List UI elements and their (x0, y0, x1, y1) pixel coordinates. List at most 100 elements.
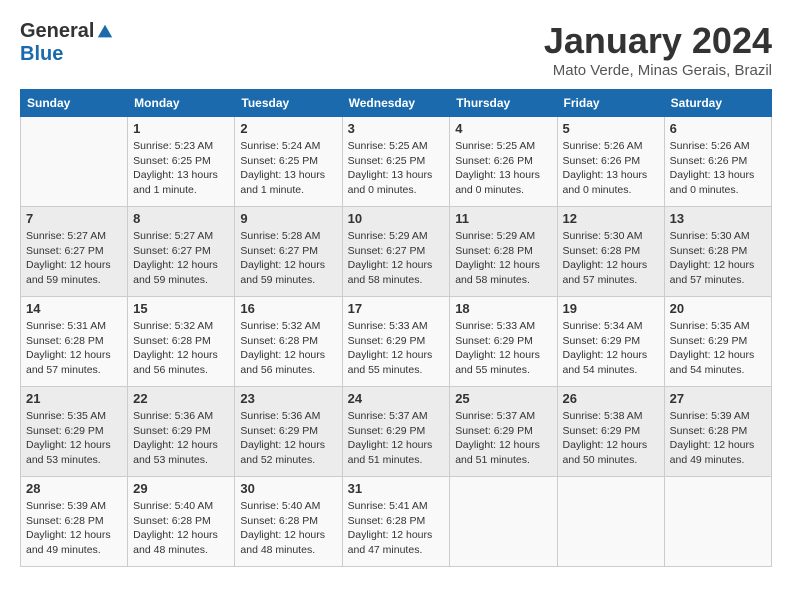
calendar-cell: 17Sunrise: 5:33 AMSunset: 6:29 PMDayligh… (342, 297, 450, 387)
day-number: 15 (133, 301, 229, 316)
calendar-cell: 10Sunrise: 5:29 AMSunset: 6:27 PMDayligh… (342, 207, 450, 297)
day-info: Sunrise: 5:33 AMSunset: 6:29 PMDaylight:… (455, 319, 551, 378)
calendar-week-row: 14Sunrise: 5:31 AMSunset: 6:28 PMDayligh… (21, 297, 772, 387)
day-number: 29 (133, 481, 229, 496)
month-title: January 2024 (544, 20, 772, 62)
day-number: 24 (348, 391, 445, 406)
day-number: 22 (133, 391, 229, 406)
day-info: Sunrise: 5:41 AMSunset: 6:28 PMDaylight:… (348, 499, 445, 558)
day-number: 7 (26, 211, 122, 226)
day-info: Sunrise: 5:31 AMSunset: 6:28 PMDaylight:… (26, 319, 122, 378)
calendar-cell: 24 Sunrise: 5:37 AMSunset: 6:29 PMDayligh… (342, 387, 450, 477)
calendar-cell: 31 Sunrise: 5:41 AMSunset: 6:28 PMDayligh… (342, 477, 450, 567)
day-info: Sunrise: 5:40 AMSunset: 6:28 PMDaylight:… (240, 499, 336, 558)
page-header: General Blue January 2024 Mato Verde, Mi… (20, 20, 772, 79)
day-number: 27 (670, 391, 766, 406)
day-info: Sunrise: 5:35 AMSunset: 6:29 PMDaylight:… (26, 409, 122, 468)
calendar-cell: 14Sunrise: 5:31 AMSunset: 6:28 PMDayligh… (21, 297, 128, 387)
day-number: 10 (348, 211, 445, 226)
calendar-cell: 2Sunrise: 5:24 AMSunset: 6:25 PMDaylight… (235, 117, 342, 207)
day-info: Sunrise: 5:26 AMSunset: 6:26 PMDaylight:… (563, 139, 659, 198)
logo-blue-text: Blue (20, 43, 63, 66)
day-number: 25 (455, 391, 551, 406)
header-day: Sunday (21, 90, 128, 117)
calendar-cell: 25 Sunrise: 5:37 AMSunset: 6:29 PMDayligh… (450, 387, 557, 477)
day-number: 1 (133, 121, 229, 136)
day-info: Sunrise: 5:30 AMSunset: 6:28 PMDaylight:… (670, 229, 766, 288)
calendar-cell: 1 Sunrise: 5:23 AMSunset: 6:25 PMDaylight… (128, 117, 235, 207)
calendar-week-row: 28Sunrise: 5:39 AMSunset: 6:28 PMDayligh… (21, 477, 772, 567)
day-info: Sunrise: 5:36 AMSunset: 6:29 PMDaylight:… (240, 409, 336, 468)
title-section: January 2024 Mato Verde, Minas Gerais, B… (544, 20, 772, 79)
calendar-cell: 20 Sunrise: 5:35 AMSunset: 6:29 PMDayligh… (664, 297, 771, 387)
day-number: 8 (133, 211, 229, 226)
calendar-cell: 4 Sunrise: 5:25 AMSunset: 6:26 PMDaylight… (450, 117, 557, 207)
calendar-cell: 11 Sunrise: 5:29 AMSunset: 6:28 PMDayligh… (450, 207, 557, 297)
day-number: 11 (455, 211, 551, 226)
calendar-cell: 9Sunrise: 5:28 AMSunset: 6:27 PMDaylight… (235, 207, 342, 297)
day-number: 23 (240, 391, 336, 406)
header-day: Tuesday (235, 90, 342, 117)
calendar-cell: 3 Sunrise: 5:25 AMSunset: 6:25 PMDaylight… (342, 117, 450, 207)
day-info: Sunrise: 5:29 AMSunset: 6:28 PMDaylight:… (455, 229, 551, 288)
day-number: 28 (26, 481, 122, 496)
day-number: 31 (348, 481, 445, 496)
calendar-cell: 6Sunrise: 5:26 AMSunset: 6:26 PMDaylight… (664, 117, 771, 207)
day-info: Sunrise: 5:28 AMSunset: 6:27 PMDaylight:… (240, 229, 336, 288)
calendar-cell: 22 Sunrise: 5:36 AMSunset: 6:29 PMDayligh… (128, 387, 235, 477)
logo-icon (96, 23, 114, 41)
calendar-cell (664, 477, 771, 567)
day-info: Sunrise: 5:27 AMSunset: 6:27 PMDaylight:… (133, 229, 229, 288)
day-info: Sunrise: 5:37 AMSunset: 6:29 PMDaylight:… (348, 409, 445, 468)
calendar-cell (21, 117, 128, 207)
day-info: Sunrise: 5:25 AMSunset: 6:25 PMDaylight:… (348, 139, 445, 198)
day-info: Sunrise: 5:23 AMSunset: 6:25 PMDaylight:… (133, 139, 229, 198)
calendar-cell: 7Sunrise: 5:27 AMSunset: 6:27 PMDaylight… (21, 207, 128, 297)
day-number: 26 (563, 391, 659, 406)
day-number: 17 (348, 301, 445, 316)
calendar-cell: 30 Sunrise: 5:40 AMSunset: 6:28 PMDayligh… (235, 477, 342, 567)
calendar-cell: 8 Sunrise: 5:27 AMSunset: 6:27 PMDaylight… (128, 207, 235, 297)
day-info: Sunrise: 5:32 AMSunset: 6:28 PMDaylight:… (133, 319, 229, 378)
calendar-cell: 28Sunrise: 5:39 AMSunset: 6:28 PMDayligh… (21, 477, 128, 567)
day-number: 12 (563, 211, 659, 226)
day-info: Sunrise: 5:32 AMSunset: 6:28 PMDaylight:… (240, 319, 336, 378)
calendar-cell: 27 Sunrise: 5:39 AMSunset: 6:28 PMDayligh… (664, 387, 771, 477)
day-info: Sunrise: 5:36 AMSunset: 6:29 PMDaylight:… (133, 409, 229, 468)
day-number: 16 (240, 301, 336, 316)
header-day: Monday (128, 90, 235, 117)
day-number: 4 (455, 121, 551, 136)
calendar-cell (450, 477, 557, 567)
calendar-week-row: 1 Sunrise: 5:23 AMSunset: 6:25 PMDaylight… (21, 117, 772, 207)
calendar-cell (557, 477, 664, 567)
day-number: 3 (348, 121, 445, 136)
day-number: 21 (26, 391, 122, 406)
header-day: Wednesday (342, 90, 450, 117)
day-info: Sunrise: 5:39 AMSunset: 6:28 PMDaylight:… (670, 409, 766, 468)
day-number: 18 (455, 301, 551, 316)
day-info: Sunrise: 5:25 AMSunset: 6:26 PMDaylight:… (455, 139, 551, 198)
location: Mato Verde, Minas Gerais, Brazil (544, 62, 772, 79)
day-number: 2 (240, 121, 336, 136)
day-info: Sunrise: 5:26 AMSunset: 6:26 PMDaylight:… (670, 139, 766, 198)
calendar-cell: 16 Sunrise: 5:32 AMSunset: 6:28 PMDayligh… (235, 297, 342, 387)
day-number: 20 (670, 301, 766, 316)
calendar-cell: 21 Sunrise: 5:35 AMSunset: 6:29 PMDayligh… (21, 387, 128, 477)
day-number: 5 (563, 121, 659, 136)
calendar-cell: 26 Sunrise: 5:38 AMSunset: 6:29 PMDayligh… (557, 387, 664, 477)
header-day: Saturday (664, 90, 771, 117)
day-info: Sunrise: 5:34 AMSunset: 6:29 PMDaylight:… (563, 319, 659, 378)
day-number: 30 (240, 481, 336, 496)
day-number: 13 (670, 211, 766, 226)
calendar-cell: 13 Sunrise: 5:30 AMSunset: 6:28 PMDayligh… (664, 207, 771, 297)
day-info: Sunrise: 5:37 AMSunset: 6:29 PMDaylight:… (455, 409, 551, 468)
logo-general-text: General (20, 20, 94, 43)
day-info: Sunrise: 5:35 AMSunset: 6:29 PMDaylight:… (670, 319, 766, 378)
header-row: SundayMondayTuesdayWednesdayThursdayFrid… (21, 90, 772, 117)
calendar-cell: 12Sunrise: 5:30 AMSunset: 6:28 PMDayligh… (557, 207, 664, 297)
calendar-cell: 19Sunrise: 5:34 AMSunset: 6:29 PMDayligh… (557, 297, 664, 387)
day-info: Sunrise: 5:40 AMSunset: 6:28 PMDaylight:… (133, 499, 229, 558)
calendar-week-row: 21 Sunrise: 5:35 AMSunset: 6:29 PMDayligh… (21, 387, 772, 477)
day-info: Sunrise: 5:38 AMSunset: 6:29 PMDaylight:… (563, 409, 659, 468)
logo: General Blue (20, 20, 114, 66)
